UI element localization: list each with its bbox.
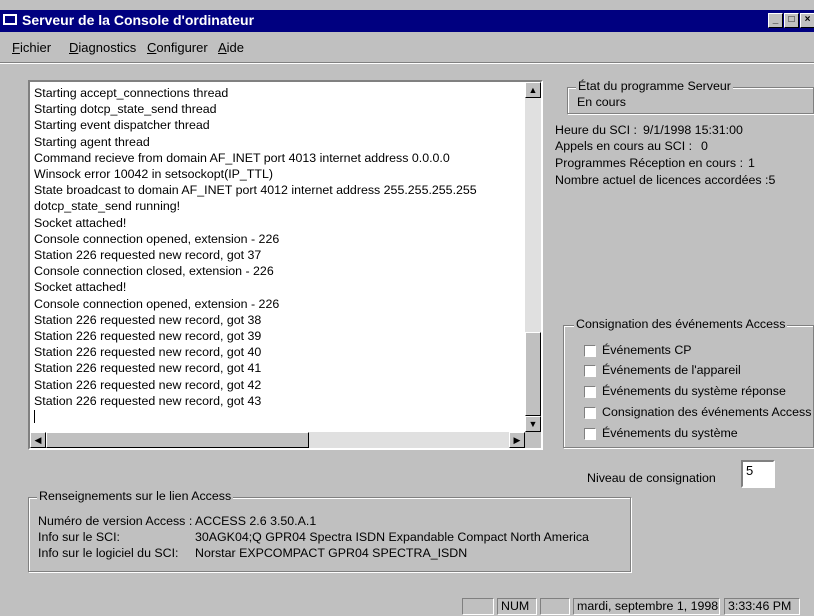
logging-option-label: Événements de l'appareil [602, 363, 741, 377]
licences-label: Nombre actuel de licences accordées :5 [555, 173, 776, 187]
access-link-label: Renseignements sur le lien Access [37, 489, 234, 503]
log-line: State broadcast to domain AF_INET port 4… [34, 183, 477, 198]
log-level-input[interactable]: 5 [741, 460, 775, 488]
log-level-label: Niveau de consignation [587, 471, 716, 485]
menu-bar: Fichier Diagnostics Configurer Aide [0, 38, 814, 58]
appels-label: Appels en cours au SCI : [555, 139, 693, 153]
programmes-value: 1 [748, 156, 755, 170]
log-line: Socket attached! [34, 215, 127, 230]
log-line: Command recieve from domain AF_INET port… [34, 150, 450, 165]
server-state-label: État du programme Serveur [576, 79, 733, 93]
server-state-value: En cours [577, 95, 626, 109]
menu-aide[interactable]: Aide [218, 40, 244, 55]
heure-label: Heure du SCI : [555, 123, 637, 137]
maximize-button[interactable]: □ [784, 13, 799, 28]
logging-option-label: Consignation des événements Access [602, 405, 812, 419]
log-line: Starting accept_connections thread [34, 86, 229, 100]
checkbox[interactable] [584, 365, 596, 377]
logging-option-label: Événements du système [602, 426, 738, 440]
checkbox[interactable] [584, 386, 596, 398]
arrow-up-icon: ▲ [528, 85, 538, 95]
menu-divider [0, 62, 814, 64]
log-line: Console connection opened, extension - 2… [34, 296, 280, 311]
version-value: ACCESS 2.6 3.50.A.1 [195, 514, 317, 528]
vertical-scrollbar[interactable]: ▲ ▼ [525, 82, 541, 434]
horizontal-scrollbar[interactable]: ◀ ▶ [30, 432, 525, 448]
log-line: Starting event dispatcher thread [34, 118, 210, 133]
server-state-group: État du programme Serveur En cours [567, 79, 814, 114]
scroll-right-button[interactable]: ▶ [509, 432, 525, 448]
log-line: Station 226 requested new record, got 42 [34, 377, 262, 392]
log-line: Station 226 requested new record, got 39 [34, 329, 262, 344]
log-line: Socket attached! [34, 280, 127, 295]
logging-option-label: Événements du système réponse [602, 384, 786, 398]
logging-option-label: Événements CP [602, 343, 692, 357]
scroll-left-button[interactable]: ◀ [30, 432, 46, 448]
appels-value: 0 [701, 139, 708, 153]
checkbox[interactable] [584, 428, 596, 440]
status-time: 3:33:46 PM [724, 598, 800, 615]
log-line: Station 226 requested new record, got 37 [34, 248, 262, 263]
version-label: Numéro de version Access : [38, 514, 193, 528]
heure-value: 9/1/1998 15:31:00 [643, 123, 743, 137]
maximize-icon: □ [788, 14, 795, 25]
log-line: dotcp_state_send running! [34, 199, 181, 214]
log-line: Console connection opened, extension - 2… [34, 231, 280, 246]
status-pane-empty-2 [540, 598, 570, 615]
log-line: Station 226 requested new record, got 41 [34, 361, 262, 376]
arrow-down-icon: ▼ [528, 419, 538, 429]
log-line: Starting agent thread [34, 134, 150, 149]
arrow-left-icon: ◀ [34, 435, 42, 445]
status-bar: NUM mardi, septembre 1, 1998 3:33:46 PM [0, 596, 814, 616]
log-output[interactable]: Starting accept_connections thread Starti… [28, 80, 543, 450]
scroll-down-button[interactable]: ▼ [525, 416, 541, 432]
log-text: Starting accept_connections thread Starti… [34, 85, 524, 424]
sci-value: 30AGK04;Q GPR04 Spectra ISDN Expandable … [195, 530, 589, 544]
menu-diagnostics[interactable]: Diagnostics [69, 40, 136, 55]
software-label: Info sur le logiciel du SCI: [38, 546, 179, 560]
sci-label: Info sur le SCI: [38, 530, 120, 544]
minimize-button[interactable]: _ [768, 13, 783, 28]
title-bar[interactable]: Serveur de la Console d'ordinateur _ □ × [0, 10, 814, 32]
log-line: Station 226 requested new record, got 40 [34, 345, 262, 360]
menu-fichier[interactable]: Fichier [12, 40, 51, 55]
horizontal-scroll-thumb[interactable] [46, 432, 309, 448]
checkbox[interactable] [584, 345, 596, 357]
app-icon[interactable] [3, 14, 17, 25]
log-line: Station 226 requested new record, got 38 [34, 312, 262, 327]
status-num: NUM [497, 598, 537, 615]
window-title: Serveur de la Console d'ordinateur [22, 12, 255, 28]
close-icon: × [804, 14, 811, 25]
text-cursor [34, 410, 35, 424]
log-line: Console connection closed, extension - 2… [34, 264, 274, 279]
scroll-corner [525, 432, 541, 448]
programmes-label: Programmes Réception en cours : [555, 156, 744, 170]
software-value: Norstar EXPCOMPACT GPR04 SPECTRA_ISDN [195, 546, 468, 560]
menu-configurer[interactable]: Configurer [147, 40, 208, 55]
main-window: Serveur de la Console d'ordinateur _ □ ×… [0, 0, 814, 616]
status-pane-empty [462, 598, 494, 615]
checkbox[interactable] [584, 407, 596, 419]
log-line: Starting dotcp_state_send thread [34, 102, 217, 117]
close-button[interactable]: × [800, 13, 814, 28]
logging-group-label: Consignation des événements Access [574, 317, 788, 331]
vertical-scroll-thumb[interactable] [525, 332, 541, 416]
status-date: mardi, septembre 1, 1998 [573, 598, 720, 615]
minimize-icon: _ [772, 14, 779, 25]
arrow-right-icon: ▶ [513, 435, 521, 445]
log-line: Station 226 requested new record, got 43 [34, 393, 262, 408]
log-line: Winsock error 10042 in setsockopt(IP_TTL… [34, 167, 273, 182]
scroll-up-button[interactable]: ▲ [525, 82, 541, 98]
